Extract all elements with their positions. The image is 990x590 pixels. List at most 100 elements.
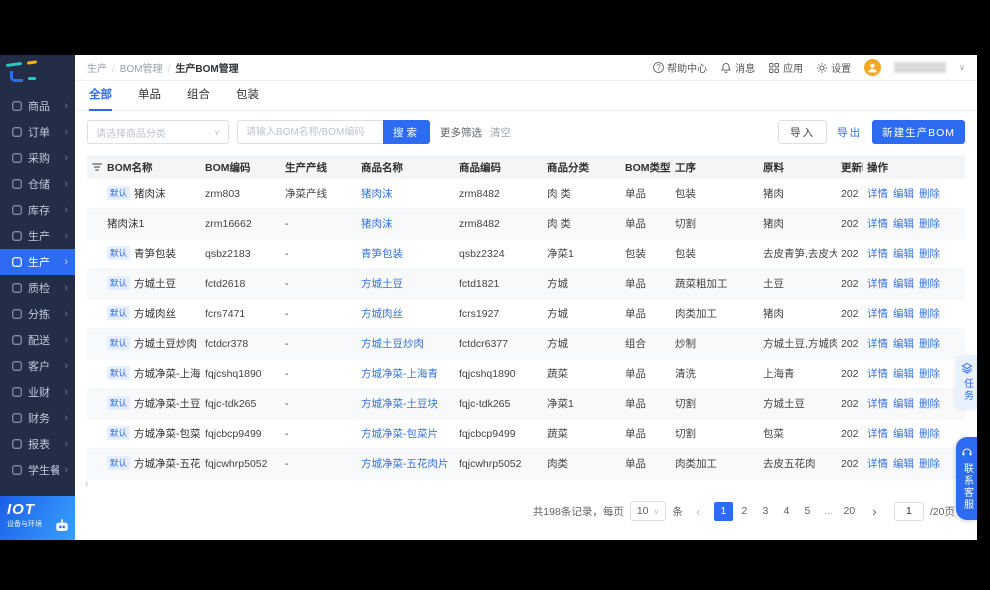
per-page-select[interactable]: 10 [629, 501, 667, 521]
delete-link[interactable]: 删除 [919, 248, 940, 260]
table-row[interactable]: 默认 猪肉沫 zrm803 净菜产线 猪肉沫 zrm8482 肉 类 单品 包装 … [87, 179, 965, 209]
detail-link[interactable]: 详情 [867, 398, 888, 410]
breadcrumb-item[interactable]: 生产 [87, 60, 120, 75]
tab[interactable]: 包装 [236, 86, 259, 110]
table-row[interactable]: 默认 方城土豆 fctd2618 - 方城土豆 fctd1821 方城 单品 蔬菜… [87, 269, 965, 299]
edit-link[interactable]: 编辑 [893, 368, 914, 380]
detail-link[interactable]: 详情 [867, 338, 888, 350]
sidebar-item[interactable]: 报表 [0, 431, 75, 457]
search-button[interactable]: 搜索 [383, 120, 430, 144]
iot-widget[interactable]: IOT 设备与环境 [0, 496, 75, 540]
settings-link[interactable]: 设置 [816, 60, 851, 75]
tab[interactable]: 全部 [89, 86, 112, 111]
cell-product-name-link[interactable]: 方城净菜-五花肉片 [357, 456, 455, 471]
detail-link[interactable]: 详情 [867, 218, 888, 230]
page-jump-input[interactable] [893, 501, 924, 521]
more-filters-link[interactable]: 更多筛选 [440, 125, 482, 140]
breadcrumb-item[interactable]: BOM管理 [120, 60, 176, 75]
create-bom-button[interactable]: 新建生产BOM [872, 120, 965, 144]
delete-link[interactable]: 删除 [919, 458, 940, 470]
next-page-button[interactable] [865, 502, 884, 521]
sidebar-item[interactable]: 财务 [0, 405, 75, 431]
table-row[interactable]: 默认猪肉沫1 zrm16662 - 猪肉沫 zrm8482 肉 类 单品 切割 … [87, 209, 965, 239]
app-logo[interactable] [0, 55, 75, 93]
sidebar-item[interactable]: 库存 [0, 197, 75, 223]
breadcrumb-item[interactable]: 生产BOM管理 [175, 60, 238, 75]
page-button[interactable]: 5 [798, 502, 817, 521]
detail-link[interactable]: 详情 [867, 308, 888, 320]
table-row[interactable]: 默认方城净菜-包菜片 fqjcbcp9499 - 方城净菜-包菜片 fqjcbc… [87, 419, 965, 449]
prev-page-button[interactable] [689, 502, 708, 521]
sidebar-item[interactable]: 分拣 [0, 301, 75, 327]
page-button[interactable]: 2 [735, 502, 754, 521]
delete-link[interactable]: 删除 [919, 218, 940, 230]
detail-link[interactable]: 详情 [867, 428, 888, 440]
chevron-down-icon[interactable] [959, 62, 965, 73]
edit-link[interactable]: 编辑 [893, 398, 914, 410]
import-button[interactable]: 导入 [778, 120, 828, 144]
table-row[interactable]: 默认 方城土豆炒肉 fctdcr378 - 方城土豆炒肉 fctdcr6377 方… [87, 329, 965, 359]
page-button[interactable]: ... [819, 502, 838, 521]
clear-filters-link[interactable]: 清空 [490, 125, 511, 140]
edit-link[interactable]: 编辑 [893, 188, 914, 200]
sidebar-item[interactable]: 学生餐 [0, 457, 75, 483]
help-center-link[interactable]: 帮助中心 [653, 60, 707, 75]
cell-product-name-link[interactable]: 猪肉沫 [357, 216, 455, 231]
detail-link[interactable]: 详情 [867, 188, 888, 200]
cell-product-name-link[interactable]: 方城土豆 [357, 276, 455, 291]
sidebar-item[interactable]: 仓储 [0, 171, 75, 197]
search-input[interactable] [237, 120, 383, 144]
detail-link[interactable]: 详情 [867, 458, 888, 470]
edit-link[interactable]: 编辑 [893, 428, 914, 440]
tasks-float-button[interactable]: 任务 [956, 355, 977, 409]
table-row[interactable]: 默认方城净菜-上海青 fqjcshq1890 - 方城净菜-上海青 fqjcsh… [87, 359, 965, 389]
user-name-blurred[interactable] [894, 62, 947, 73]
delete-link[interactable]: 删除 [919, 338, 940, 350]
sidebar-item[interactable]: 客户 [0, 353, 75, 379]
delete-link[interactable]: 删除 [919, 428, 940, 440]
page-button[interactable]: 4 [777, 502, 796, 521]
tab[interactable]: 单品 [138, 86, 161, 110]
sidebar-item[interactable]: 商品 [0, 93, 75, 119]
delete-link[interactable]: 删除 [919, 278, 940, 290]
page-button[interactable]: 3 [756, 502, 775, 521]
delete-link[interactable]: 删除 [919, 188, 940, 200]
sidebar-item[interactable]: 采购 [0, 145, 75, 171]
detail-link[interactable]: 详情 [867, 278, 888, 290]
category-select[interactable]: 请选择商品分类 [87, 120, 229, 144]
page-button[interactable]: 20 [840, 502, 859, 521]
apps-link[interactable]: 应用 [768, 60, 803, 75]
table-row[interactable]: 默认 方城肉丝 fcrs7471 - 方城肉丝 fcrs1927 方城 单品 肉类… [87, 299, 965, 329]
edit-link[interactable]: 编辑 [893, 278, 914, 290]
delete-link[interactable]: 删除 [919, 398, 940, 410]
cell-product-name-link[interactable]: 方城土豆炒肉 [357, 336, 455, 351]
cell-product-name-link[interactable]: 方城肉丝 [357, 306, 455, 321]
scroll-left-icon[interactable] [75, 479, 977, 492]
avatar[interactable] [864, 59, 882, 76]
tab[interactable]: 组合 [187, 86, 210, 110]
sidebar-item[interactable]: 质检 [0, 275, 75, 301]
detail-link[interactable]: 详情 [867, 368, 888, 380]
edit-link[interactable]: 编辑 [893, 248, 914, 260]
table-row[interactable]: 默认 青笋包装 qsbz2183 - 青笋包装 qsbz2324 净菜1 包装 包… [87, 239, 965, 269]
edit-link[interactable]: 编辑 [893, 308, 914, 320]
delete-link[interactable]: 删除 [919, 368, 940, 380]
cell-product-name-link[interactable]: 方城净菜-包菜片 [357, 426, 455, 441]
table-row[interactable]: 默认方城净菜-五花肉片 fqjcwhrp5052 - 方城净菜-五花肉片 fqj… [87, 449, 965, 479]
cell-product-name-link[interactable]: 猪肉沫 [357, 186, 455, 201]
edit-link[interactable]: 编辑 [893, 218, 914, 230]
messages-link[interactable]: 消息 [720, 60, 755, 75]
edit-link[interactable]: 编辑 [893, 338, 914, 350]
sidebar-item[interactable]: 配送 [0, 327, 75, 353]
page-button[interactable]: 1 [713, 501, 733, 521]
sidebar-item[interactable]: 业财 [0, 379, 75, 405]
sidebar-item[interactable]: 生产 [0, 249, 75, 275]
table-row[interactable]: 默认方城净菜-土豆块 fqjc-tdk265 - 方城净菜-土豆块 fqjc-t… [87, 389, 965, 419]
edit-link[interactable]: 编辑 [893, 458, 914, 470]
delete-link[interactable]: 删除 [919, 308, 940, 320]
sidebar-item[interactable]: 生产 [0, 223, 75, 249]
filter-sort-icon[interactable] [91, 161, 103, 173]
cell-product-name-link[interactable]: 方城净菜-土豆块 [357, 396, 455, 411]
cell-product-name-link[interactable]: 方城净菜-上海青 [357, 366, 455, 381]
sidebar-item[interactable]: 订单 [0, 119, 75, 145]
